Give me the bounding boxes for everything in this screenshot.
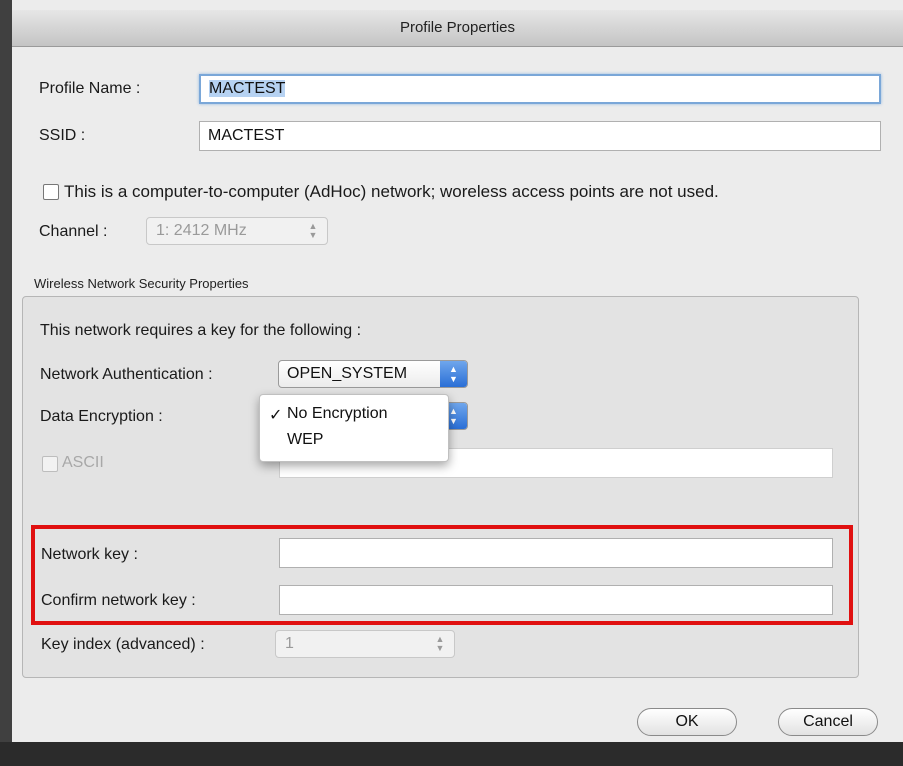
channel-stepper-icon: ▲ ▼	[308, 221, 318, 240]
auth-value: OPEN_SYSTEM	[287, 365, 408, 382]
key-index-stepper-icon: ▲ ▼	[435, 634, 445, 653]
cancel-button[interactable]: Cancel	[778, 708, 878, 736]
popup-arrows-icon: ▲ ▼	[440, 361, 467, 387]
encryption-dropdown-menu: ✓ No Encryption WEP	[259, 394, 449, 462]
checkmark-icon: ✓	[269, 407, 283, 424]
background-bottom-strip	[0, 742, 903, 766]
ssid-value: MACTEST	[208, 127, 285, 144]
dialog-title: Profile Properties	[12, 10, 903, 47]
auth-popup[interactable]: OPEN_SYSTEM ▲ ▼	[278, 360, 468, 388]
ssid-label: SSID :	[39, 127, 86, 144]
encryption-label: Data Encryption :	[40, 408, 163, 425]
ascii-checkbox[interactable]	[42, 456, 58, 472]
background-left-edge	[0, 0, 12, 766]
channel-value: 1: 2412 MHz	[156, 222, 247, 239]
key-index-label: Key index (advanced) :	[41, 636, 205, 653]
profile-properties-dialog: Profile Properties Profile Name : MACTES…	[12, 0, 903, 766]
profile-name-field[interactable]: MACTEST	[199, 74, 881, 104]
menu-item-label: WEP	[287, 431, 324, 448]
adhoc-checkbox[interactable]	[43, 184, 59, 200]
ok-button[interactable]: OK	[637, 708, 737, 736]
profile-name-label: Profile Name :	[39, 80, 141, 97]
ascii-label: ASCII	[62, 454, 104, 471]
security-group-title: Wireless Network Security Properties	[34, 276, 249, 291]
security-intro-text: This network requires a key for the foll…	[40, 322, 362, 339]
channel-popup[interactable]: 1: 2412 MHz ▲ ▼	[146, 217, 328, 245]
ssid-field[interactable]: MACTEST	[199, 121, 881, 151]
channel-label: Channel :	[39, 223, 108, 240]
key-index-popup[interactable]: 1 ▲ ▼	[275, 630, 455, 658]
auth-label: Network Authentication :	[40, 366, 213, 383]
key-fields-highlight	[31, 525, 853, 625]
key-index-value: 1	[285, 635, 294, 652]
menu-item-label: No Encryption	[287, 405, 388, 422]
profile-name-value: MACTEST	[209, 80, 286, 97]
adhoc-label: This is a computer-to-computer (AdHoc) n…	[64, 182, 719, 201]
